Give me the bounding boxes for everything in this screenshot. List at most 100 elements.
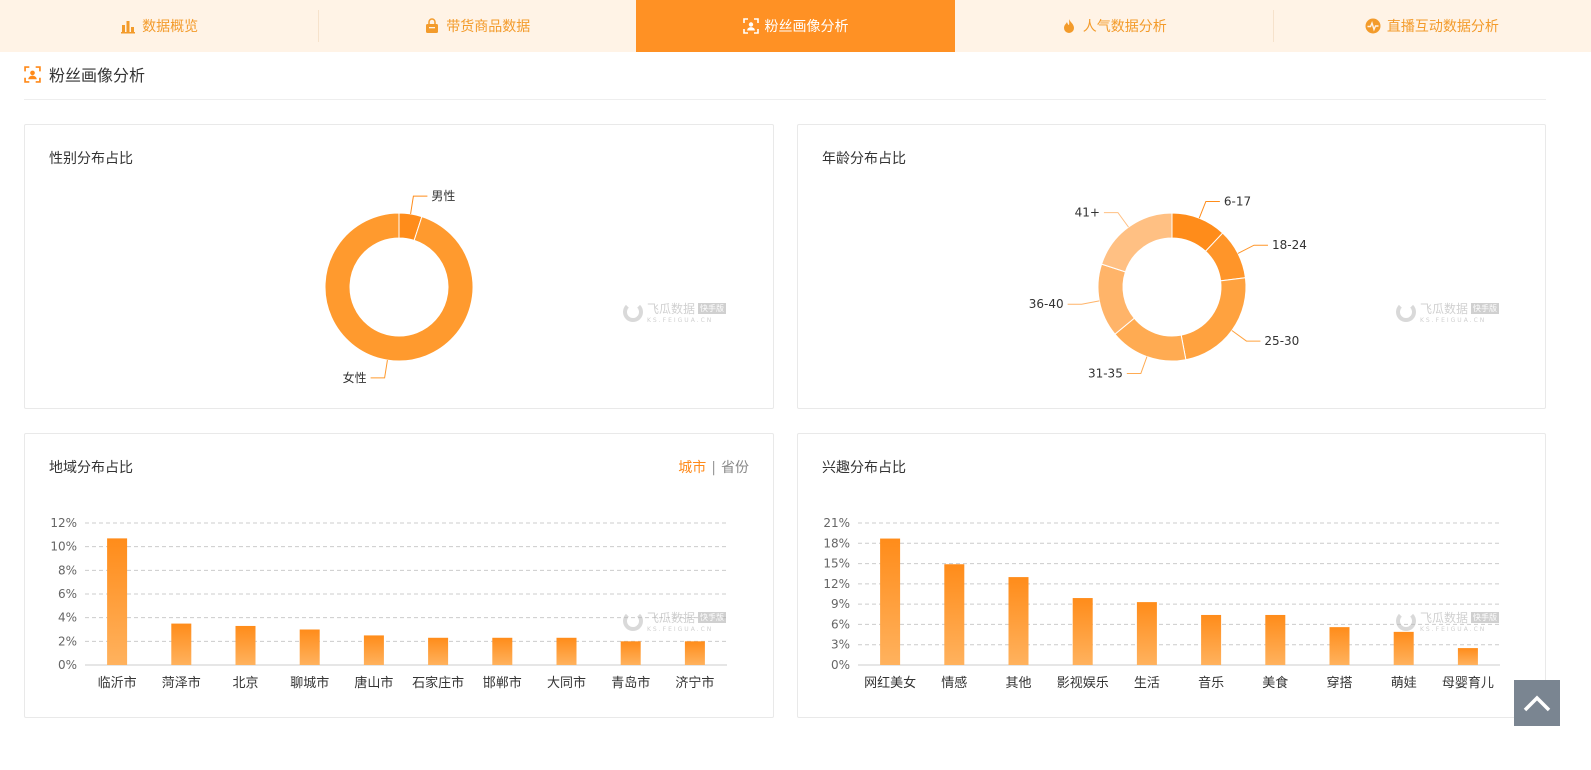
bar [1201, 614, 1222, 665]
flame-icon [1063, 19, 1074, 33]
bar [1008, 577, 1029, 665]
y-tick-label: 12% [50, 516, 77, 530]
age-donut-chart: 6-17 18-24 25-30 31-35 36-40 41+ [1029, 194, 1307, 380]
bar [1265, 614, 1286, 665]
interest-card: 兴趣分布占比 0% 3% 6% 9% 12% 15% 18% 21% 网红美女 情感 其他 影视娱乐生… [797, 433, 1546, 718]
x-tick-label: 临沂市 [98, 675, 137, 691]
slice-label: 41+ [1075, 206, 1100, 220]
watermark: 飞瓜数据 快手版 KS.FEIGUA.CN [623, 300, 727, 324]
tab-label: 直播互动数据分析 [1386, 19, 1499, 35]
x-tick-label: 济宁市 [675, 675, 714, 691]
label-line [1198, 200, 1220, 219]
x-tick-label: 青岛市 [611, 675, 650, 691]
bar [1136, 602, 1157, 665]
watermark: 飞瓜数据 快手版 KS.FEIGUA.CN [1396, 300, 1500, 324]
watermark-name: 飞瓜数据 [647, 611, 696, 625]
x-tick-label: 邯郸市 [483, 675, 522, 691]
chevron-up-icon [1523, 695, 1551, 712]
y-tick-label: 6% [58, 587, 77, 601]
watermark-logo [1396, 302, 1416, 322]
watermark-name: 飞瓜数据 [1420, 611, 1469, 625]
label-line [1237, 244, 1268, 254]
x-tick-label: 穿搭 [1326, 675, 1352, 691]
watermark-domain: KS.FEIGUA.CN [647, 317, 714, 324]
watermark-domain: KS.FEIGUA.CN [1420, 317, 1487, 324]
bar [684, 641, 705, 665]
x-tick-label: 菏泽市 [162, 675, 201, 691]
y-tick-label: 18% [823, 536, 850, 550]
bar [1072, 598, 1093, 665]
gender-donut-chart: 男性女性 [324, 189, 474, 385]
user-frame-icon [742, 18, 759, 34]
bar [428, 637, 449, 665]
watermark-logo [1396, 611, 1416, 631]
tab-label: 人气数据分析 [1082, 19, 1167, 35]
watermark-domain: KS.FEIGUA.CN [1420, 626, 1487, 633]
watermark-name: 飞瓜数据 [1420, 302, 1469, 316]
watermark-badge: 快手版 [698, 303, 727, 314]
tab-live-interaction[interactable]: 直播互动数据分析 [1272, 0, 1591, 52]
bar [1393, 631, 1414, 665]
interest-bar-chart: 0% 3% 6% 9% 12% 15% 18% 21% 网红美女 情感 其他 影视娱乐 生活 音乐 美食 穿搭… [823, 516, 1500, 691]
pulse-icon [1365, 18, 1381, 34]
watermark: 飞瓜数据 快手版 KS.FEIGUA.CN [623, 609, 727, 633]
x-tick-label: 情感 [941, 675, 967, 691]
label-line [410, 195, 428, 214]
x-tick-label: 石家庄市 [412, 675, 464, 691]
slice-label: 18-24 [1272, 238, 1307, 252]
watermark-domain: KS.FEIGUA.CN [647, 626, 714, 633]
region-card: 地域分布占比 城市 | 省份 0% 2% 4% 6% 8% 10% 12% 临沂市 菏泽市 北京 聊城市… [24, 433, 774, 718]
bar [880, 538, 901, 665]
slice-label: 6-17 [1224, 194, 1251, 208]
y-tick-label: 3% [831, 638, 850, 652]
tab-goods-data[interactable]: 带货商品数据 [318, 0, 636, 52]
x-tick-label: 母婴育儿 [1442, 675, 1494, 691]
watermark-badge: 快手版 [698, 612, 727, 623]
x-tick-label: 北京 [232, 676, 258, 691]
x-tick-label: 网红美女 [864, 675, 916, 691]
y-tick-label: 21% [823, 516, 850, 530]
gender-card: 性别分布占比 男性 女性 飞瓜数据 快手版 KS.FEIGUA.CN [24, 124, 774, 409]
y-tick-label: 15% [823, 557, 850, 571]
section-title: 粉丝画像分析 [49, 66, 146, 85]
x-tick-label: 生活 [1134, 676, 1160, 691]
x-tick-label: 其他 [1005, 676, 1031, 691]
x-tick-label: 唐山市 [354, 675, 393, 691]
tab-label: 带货商品数据 [446, 19, 531, 35]
x-tick-label: 萌娃 [1391, 676, 1417, 691]
bar [1457, 648, 1478, 665]
bar [299, 629, 320, 665]
back-to-top-button[interactable] [1514, 680, 1560, 726]
donut-slice [1180, 277, 1247, 361]
watermark-logo [623, 611, 643, 631]
tab-popularity[interactable]: 人气数据分析 [955, 0, 1273, 52]
bar [171, 623, 192, 665]
x-tick-label: 音乐 [1198, 675, 1224, 691]
shopping-basket-icon [426, 18, 439, 33]
bar [235, 625, 256, 665]
watermark-logo [623, 302, 643, 322]
donut-slice [1100, 212, 1173, 273]
y-tick-label: 8% [58, 563, 77, 577]
y-tick-label: 0% [831, 658, 850, 672]
bar [620, 641, 641, 665]
label-line [1231, 330, 1261, 342]
label-line [370, 360, 388, 379]
tab-label: 数据概览 [142, 19, 199, 35]
y-tick-label: 4% [58, 611, 77, 625]
x-tick-label: 聊城市 [290, 675, 329, 691]
slice-label: 25-30 [1264, 334, 1299, 348]
tab-data-overview[interactable]: 数据概览 [0, 0, 318, 52]
y-tick-label: 12% [823, 577, 850, 591]
label-line [1067, 300, 1100, 305]
slice-label: 男性 [431, 189, 455, 203]
tab-label: 粉丝画像分析 [764, 19, 849, 35]
y-tick-label: 0% [58, 658, 77, 672]
slice-label: 女性 [343, 370, 367, 385]
y-tick-label: 6% [831, 617, 850, 631]
tab-fan-profile[interactable]: 粉丝画像分析 [636, 0, 955, 52]
tab-bar: 数据概览 带货商品数据 粉丝画像分析 人气数据分析 直播互动数据分析 [0, 0, 1591, 52]
user-frame-icon [24, 65, 41, 83]
donut-slice [324, 212, 474, 362]
y-tick-label: 10% [50, 540, 77, 554]
